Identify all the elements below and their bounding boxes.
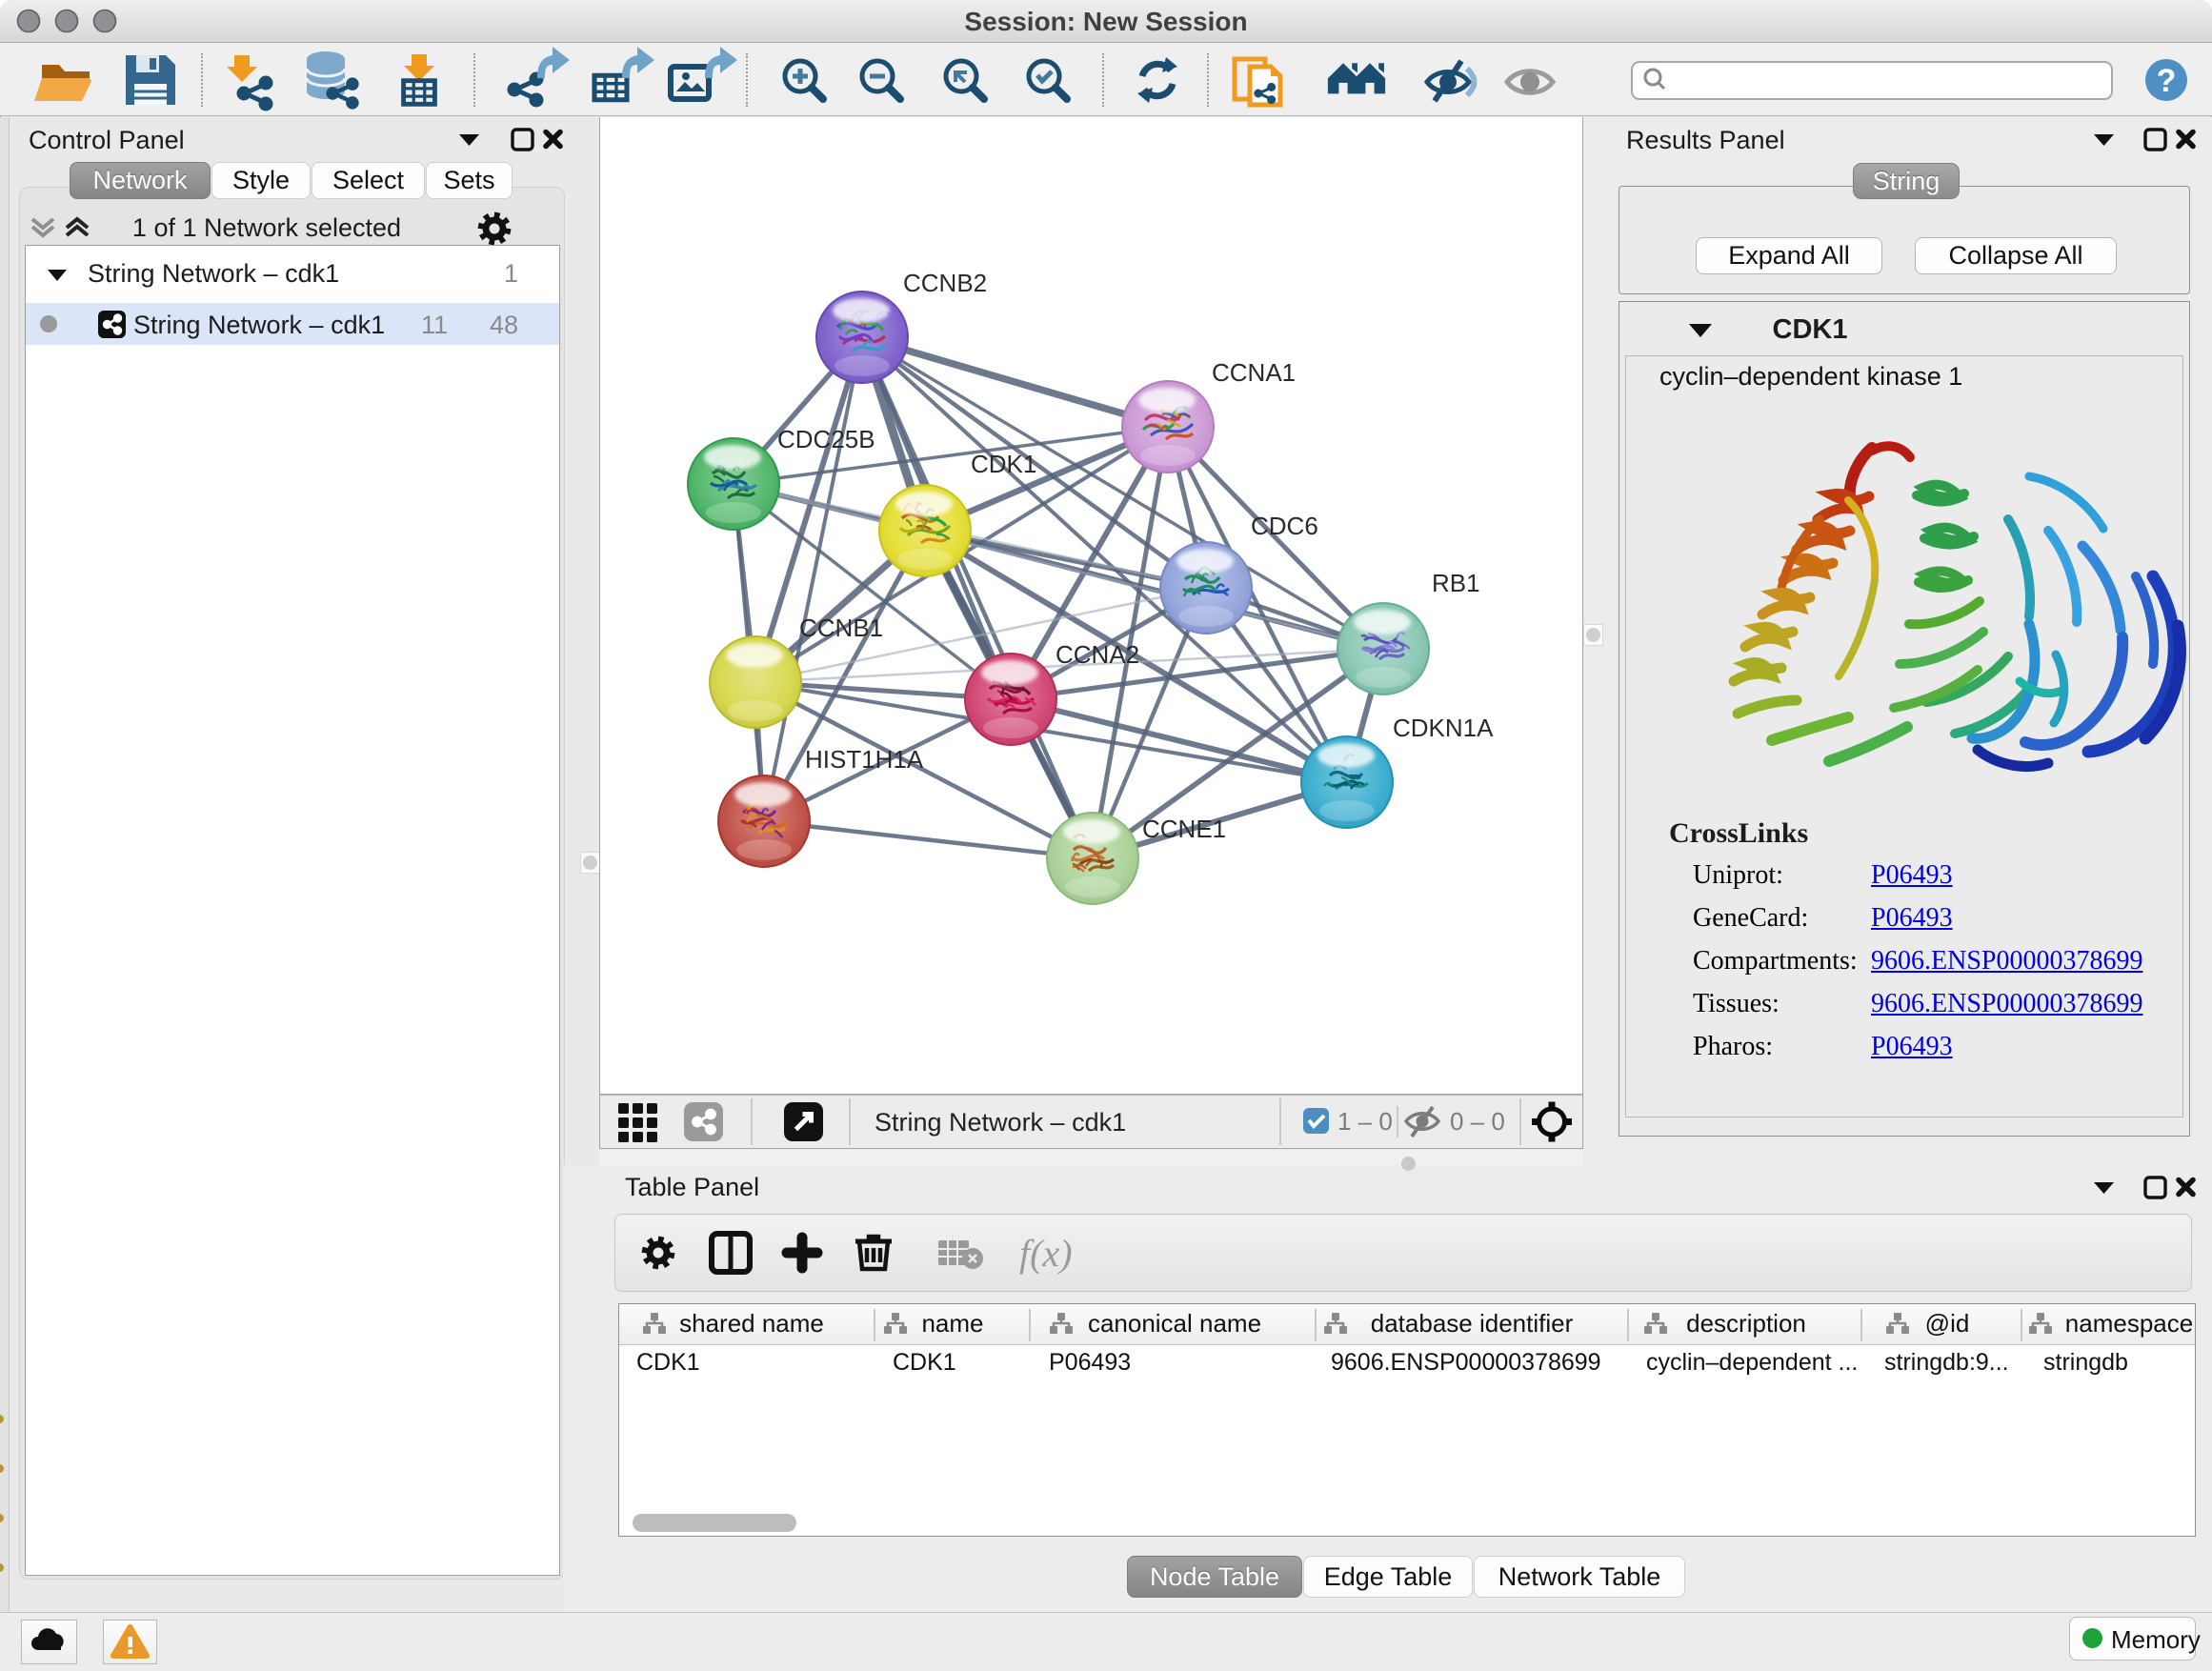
svg-text:description: description xyxy=(1686,1309,1806,1338)
svg-text:String Network – cdk1: String Network – cdk1 xyxy=(875,1108,1126,1137)
svg-text:CDC25B: CDC25B xyxy=(777,425,875,453)
svg-text:CDC6: CDC6 xyxy=(1251,512,1318,540)
svg-text:name: name xyxy=(921,1309,983,1338)
svg-text:shared name: shared name xyxy=(679,1309,824,1338)
svg-text:RB1: RB1 xyxy=(1432,569,1480,597)
svg-text:CCNB1: CCNB1 xyxy=(799,614,883,642)
svg-text:canonical name: canonical name xyxy=(1088,1309,1261,1338)
svg-text:0 – 0: 0 – 0 xyxy=(1450,1107,1505,1136)
svg-text:namespace: namespace xyxy=(2065,1309,2193,1338)
svg-text:CCNA1: CCNA1 xyxy=(1212,358,1296,387)
svg-text:CCNE1: CCNE1 xyxy=(1142,815,1226,843)
svg-text:HIST1H1A: HIST1H1A xyxy=(805,745,924,774)
svg-text:CDKN1A: CDKN1A xyxy=(1393,714,1494,742)
svg-text:f(x): f(x) xyxy=(1019,1232,1073,1275)
svg-text:CCNB2: CCNB2 xyxy=(903,269,987,297)
svg-text:CDK1: CDK1 xyxy=(971,450,1036,478)
svg-text:database identifier: database identifier xyxy=(1371,1309,1574,1338)
svg-text:1 – 0: 1 – 0 xyxy=(1337,1107,1393,1136)
svg-text:CCNA2: CCNA2 xyxy=(1056,640,1139,669)
svg-text:@id: @id xyxy=(1925,1309,1970,1338)
svg-text:?: ? xyxy=(2157,63,2177,99)
